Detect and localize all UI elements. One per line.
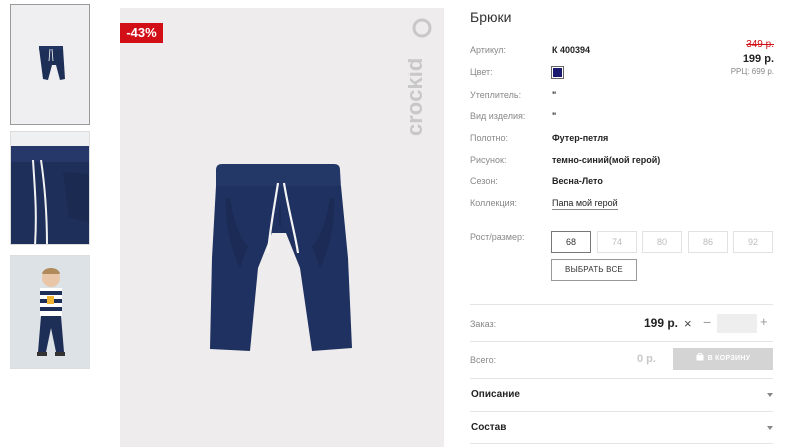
current-price: 199 р. — [742, 53, 774, 65]
add-to-cart-label: В КОРЗИНУ — [707, 355, 751, 362]
color-swatch[interactable] — [551, 66, 564, 79]
thumbnail-front[interactable] — [10, 4, 90, 125]
sku-value: К 400394 — [552, 45, 591, 55]
total-price: 0 р. — [637, 353, 656, 365]
add-to-cart-button[interactable]: В КОРЗИНУ — [673, 348, 773, 370]
collection-label: Коллекция: — [470, 198, 518, 208]
main-product-image[interactable] — [120, 8, 444, 447]
insulation-value: " — [552, 90, 557, 100]
divider — [470, 304, 773, 305]
quantity-input[interactable] — [717, 314, 757, 333]
divider — [470, 341, 773, 342]
cart-icon — [696, 353, 704, 361]
season-label: Сезон: — [470, 176, 498, 186]
size-option-74[interactable]: 74 — [597, 231, 637, 253]
item-type-value: " — [552, 111, 557, 121]
thumbnail-detail[interactable] — [10, 131, 90, 245]
item-type-label: Вид изделия: — [470, 111, 526, 121]
old-price: 349 р. — [746, 39, 774, 50]
product-title: Брюки — [470, 9, 512, 25]
thumbnail-model[interactable] — [10, 255, 90, 369]
divider — [470, 443, 773, 444]
collection-link[interactable]: Папа мой герой — [552, 198, 618, 210]
chevron-down-icon — [767, 393, 773, 397]
accordion-description[interactable]: Описание — [470, 386, 773, 406]
recommended-price: РРЦ: 699 р. — [730, 67, 774, 76]
collection-value-wrap: Папа мой герой — [552, 198, 618, 210]
brand-logo: crockid — [408, 18, 432, 136]
size-option-86[interactable]: 86 — [688, 231, 728, 253]
color-label: Цвет: — [470, 67, 493, 77]
accordion-composition[interactable]: Состав — [470, 419, 773, 439]
sku-label: Артикул: — [470, 45, 507, 55]
size-option-68[interactable]: 68 — [551, 231, 591, 253]
accordion-composition-label: Состав — [471, 422, 507, 433]
divider — [470, 378, 773, 379]
pattern-label: Рисунок: — [470, 155, 507, 165]
increase-quantity-button[interactable]: + — [760, 314, 768, 329]
child-model-image — [37, 268, 65, 356]
pattern-value: темно-синий(мой герой) — [552, 155, 661, 165]
order-label: Заказ: — [470, 319, 497, 329]
season-value: Весна-Лето — [552, 176, 603, 186]
size-option-92[interactable]: 92 — [733, 231, 773, 253]
accordion-description-label: Описание — [471, 389, 520, 400]
order-unit-price: 199 р. — [644, 316, 679, 330]
fabric-value: Футер-петля — [552, 133, 609, 143]
total-label: Всего: — [470, 355, 497, 365]
divider — [470, 411, 773, 412]
fabric-label: Полотно: — [470, 133, 509, 143]
insulation-label: Утеплитель: — [470, 90, 522, 100]
pants-main-image — [210, 164, 352, 351]
multiply-icon: × — [684, 316, 692, 331]
svg-text:crockid: crockid — [408, 58, 427, 136]
select-all-sizes-button[interactable]: ВЫБРАТЬ ВСЕ — [551, 259, 637, 281]
decrease-quantity-button[interactable]: − — [703, 314, 711, 330]
discount-badge: -43% — [120, 23, 163, 43]
color-swatch-fill — [553, 68, 562, 77]
pants-front-image — [39, 46, 65, 80]
size-label: Рост/размер: — [470, 232, 525, 242]
pants-detail-image — [11, 146, 89, 244]
size-option-80[interactable]: 80 — [642, 231, 682, 253]
brand-logo-mark — [412, 18, 432, 38]
chevron-down-icon — [767, 426, 773, 430]
